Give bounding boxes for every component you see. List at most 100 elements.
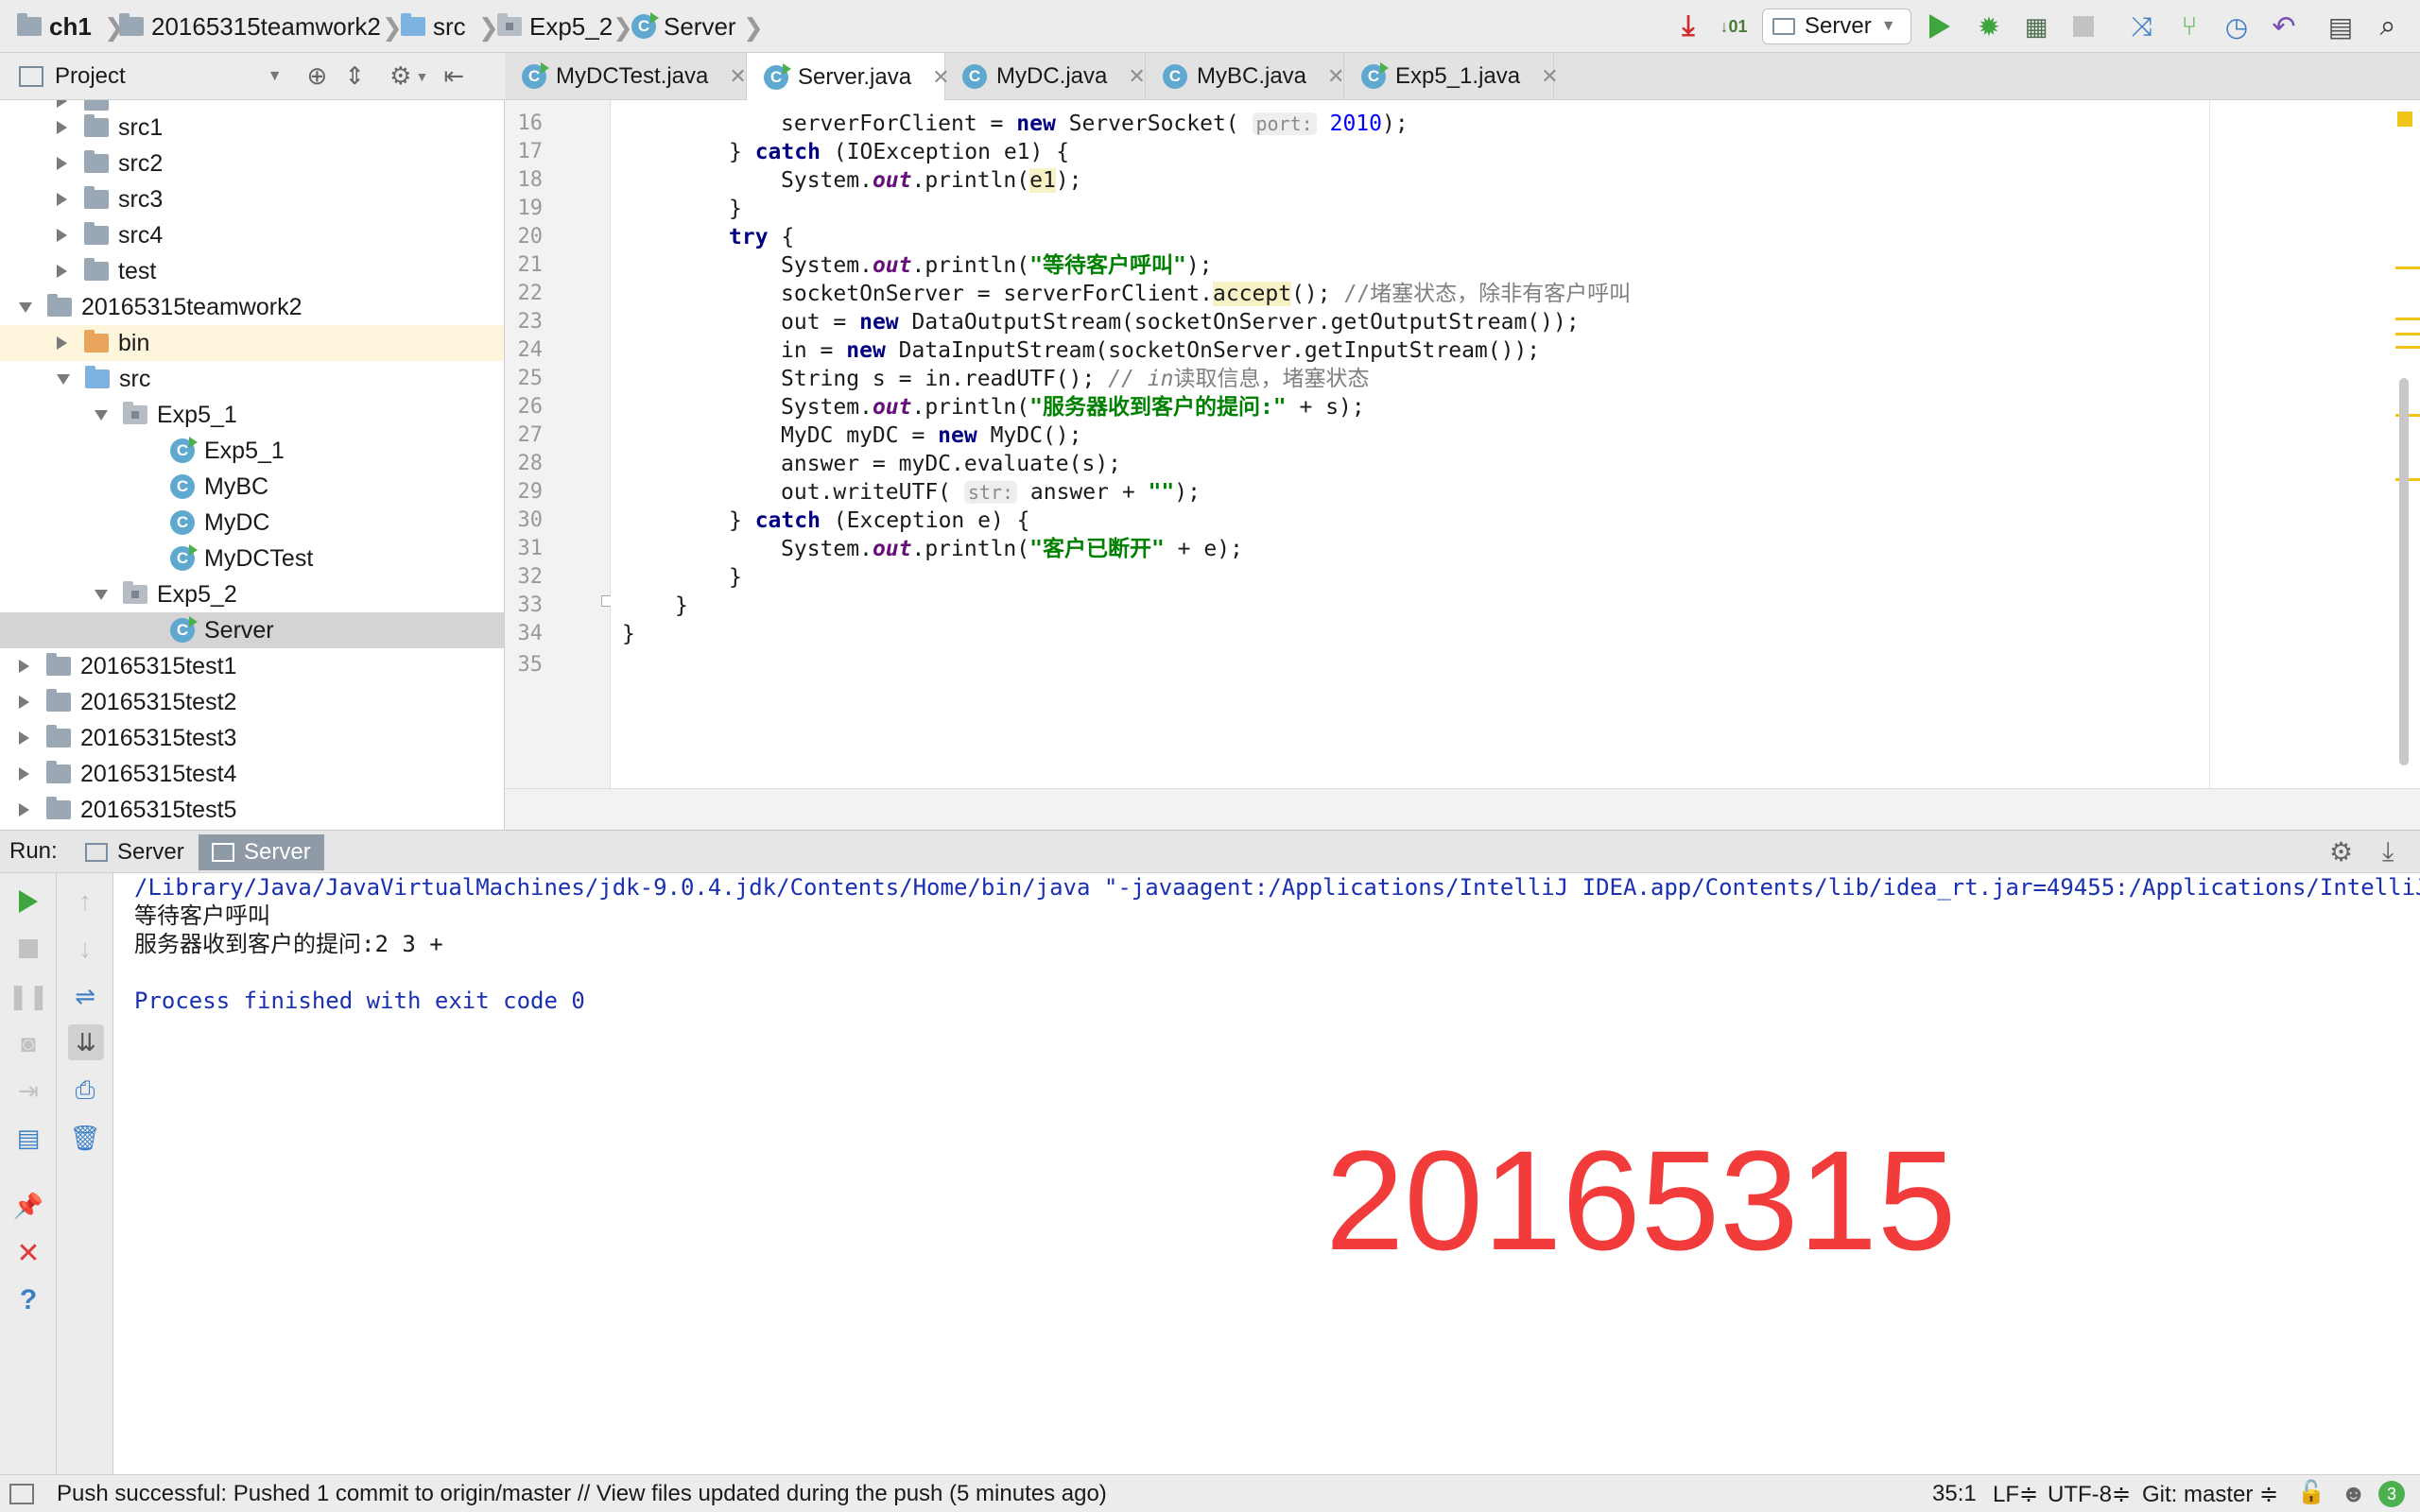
tree-item-server[interactable]: C Server	[0, 612, 504, 648]
status-message[interactable]: Push successful: Pushed 1 commit to orig…	[57, 1481, 1107, 1507]
inspector-icon[interactable]: ☻	[2341, 1479, 2366, 1508]
soft-wrap-icon[interactable]: ⇌	[70, 981, 100, 1011]
tree-item-exp5-1[interactable]: Exp5_1	[0, 397, 504, 433]
tab-mybc[interactable]: C MyBC.java ✕	[1146, 53, 1344, 100]
hide-panel-icon[interactable]: ⤓	[2382, 836, 2394, 868]
tree-item-src4[interactable]: src4	[0, 217, 504, 253]
tab-mydc[interactable]: C MyDC.java ✕	[945, 53, 1146, 100]
file-encoding[interactable]: UTF-8≑	[2048, 1481, 2131, 1508]
expand-arrow-icon[interactable]	[19, 660, 29, 673]
breadcrumb-teamwork2[interactable]: 20165315teamwork2	[119, 8, 381, 45]
print-icon[interactable]: ⎙	[70, 1075, 100, 1106]
search-icon[interactable]: ⌕	[2373, 10, 2403, 42]
tree-item-bin[interactable]: bin	[0, 325, 504, 361]
breadcrumb-src[interactable]: src	[401, 8, 466, 45]
project-panel-title[interactable]: Project	[55, 63, 126, 90]
editor-scrollbar[interactable]	[2399, 378, 2409, 765]
expand-arrow-icon[interactable]	[19, 731, 29, 745]
expand-arrow-icon[interactable]	[19, 767, 29, 781]
tree-item-test3[interactable]: 20165315test3	[0, 720, 504, 756]
help-icon[interactable]: ?	[13, 1284, 43, 1315]
tree-item-src3[interactable]: src3	[0, 181, 504, 217]
code-editor[interactable]: serverForClient = new ServerSocket( port…	[611, 100, 2420, 788]
tree-item-src[interactable]: src	[0, 361, 504, 397]
chevron-down-icon[interactable]: ▼	[268, 68, 283, 85]
tab-exp5-1[interactable]: C Exp5_1.java ✕	[1344, 53, 1559, 100]
tree-item-mybc[interactable]: C MyBC	[0, 469, 504, 505]
download-icon[interactable]: ⤓	[1673, 10, 1703, 42]
run-button[interactable]	[1925, 11, 1955, 42]
breadcrumb-exp5-2[interactable]: Exp5_2	[497, 8, 613, 45]
tree-item-test5[interactable]: 20165315test5	[0, 792, 504, 828]
stop-button[interactable]	[13, 934, 43, 964]
expand-arrow-icon[interactable]	[57, 265, 67, 278]
close-icon[interactable]: ✕	[1128, 64, 1145, 89]
locate-icon[interactable]: ⊕	[307, 61, 328, 91]
arrow-up-icon[interactable]: ↑	[70, 886, 100, 917]
scroll-to-end-icon[interactable]: ⇊	[68, 1024, 104, 1060]
tab-server[interactable]: C Server.java ✕	[747, 53, 950, 102]
sort-binary-icon[interactable]: ↓01	[1719, 11, 1749, 42]
close-icon[interactable]: ✕	[1541, 64, 1558, 89]
tree-item-class-exp5-1[interactable]: C Exp5_1	[0, 433, 504, 469]
breadcrumb-ch1[interactable]: ch1	[17, 8, 92, 45]
revert-icon[interactable]: ↶	[2269, 11, 2299, 43]
layout-icon[interactable]: ▤	[13, 1123, 43, 1153]
trash-icon[interactable]: 🗑	[70, 1123, 101, 1153]
error-stripe-marker[interactable]	[2395, 318, 2420, 320]
tree-item-src2[interactable]: src2	[0, 146, 504, 181]
line-separator[interactable]: LF≑	[1993, 1481, 2038, 1508]
coverage-icon[interactable]: ▦	[2021, 11, 2051, 42]
pin-icon[interactable]: 📌	[13, 1191, 43, 1221]
rerun-button[interactable]	[13, 886, 43, 917]
collapse-arrow-icon[interactable]	[95, 589, 108, 600]
tree-item-teamwork2[interactable]: 20165315teamwork2	[0, 289, 504, 325]
lock-icon[interactable]: 🔓	[2297, 1479, 2325, 1506]
expand-arrow-icon[interactable]	[57, 121, 67, 134]
expand-arrow-icon[interactable]	[57, 193, 67, 206]
tab-mydctest[interactable]: C MyDCTest.java ✕	[505, 53, 747, 100]
expand-arrow-icon[interactable]	[19, 803, 29, 816]
arrow-down-icon[interactable]: ↓	[70, 934, 100, 964]
tree-item-exp5-2[interactable]: Exp5_2	[0, 576, 504, 612]
notifications-badge[interactable]: 3	[2378, 1481, 2405, 1507]
error-stripe-marker[interactable]	[2395, 346, 2420, 349]
cursor-position[interactable]: 35:1	[1932, 1481, 1977, 1507]
error-stripe-marker[interactable]	[2395, 333, 2420, 335]
warning-marker-icon[interactable]	[2397, 112, 2412, 127]
expand-arrow-icon[interactable]	[57, 336, 67, 350]
collapse-arrow-icon[interactable]	[95, 409, 108, 421]
history-icon[interactable]: ◷	[2221, 11, 2252, 42]
tree-item-mydctest[interactable]: C MyDCTest	[0, 541, 504, 576]
close-icon[interactable]: ✕	[1327, 64, 1344, 89]
tree-item-test4[interactable]: 20165315test4	[0, 756, 504, 792]
tree-item-test[interactable]: test	[0, 253, 504, 289]
vcs-update-icon[interactable]: ⤨	[2127, 11, 2157, 42]
breadcrumb-server[interactable]: C Server	[631, 8, 736, 45]
tree-item-mydc[interactable]: C MyDC	[0, 505, 504, 541]
expand-arrow-icon[interactable]	[57, 229, 67, 242]
collapse-all-icon[interactable]: ⇕	[344, 61, 365, 91]
error-stripe-marker[interactable]	[2395, 266, 2420, 269]
debug-icon[interactable]: ✹	[1974, 11, 2004, 42]
pause-icon[interactable]: ❚❚	[8, 981, 49, 1011]
hide-panel-icon[interactable]: ⇤	[443, 61, 464, 91]
tool-windows-icon[interactable]	[9, 1483, 34, 1504]
tree-item-test2[interactable]: 20165315test2	[0, 684, 504, 720]
project-structure-icon[interactable]: ▤	[2325, 11, 2356, 42]
expand-arrow-icon[interactable]	[19, 696, 29, 709]
collapse-arrow-icon[interactable]	[57, 373, 70, 385]
expand-arrow-icon[interactable]	[57, 157, 67, 170]
git-branch[interactable]: Git: master ≑	[2142, 1481, 2278, 1508]
run-tab-server-1[interactable]: Server	[72, 834, 198, 870]
login-icon[interactable]: ⇥	[13, 1075, 43, 1106]
tree-item-test1[interactable]: 20165315test1	[0, 648, 504, 684]
collapse-arrow-icon[interactable]	[19, 301, 32, 313]
run-configuration-select[interactable]: Server ▼	[1762, 9, 1911, 44]
chevron-down-icon[interactable]: ▼	[415, 69, 428, 84]
close-icon[interactable]: ✕	[729, 64, 746, 89]
expand-arrow-icon[interactable]	[57, 100, 67, 108]
vcs-commit-icon[interactable]: ⑂	[2174, 11, 2204, 42]
console-output[interactable]: /Library/Java/JavaVirtualMachines/jdk-9.…	[113, 873, 2420, 1474]
close-icon[interactable]: ✕	[13, 1238, 43, 1269]
